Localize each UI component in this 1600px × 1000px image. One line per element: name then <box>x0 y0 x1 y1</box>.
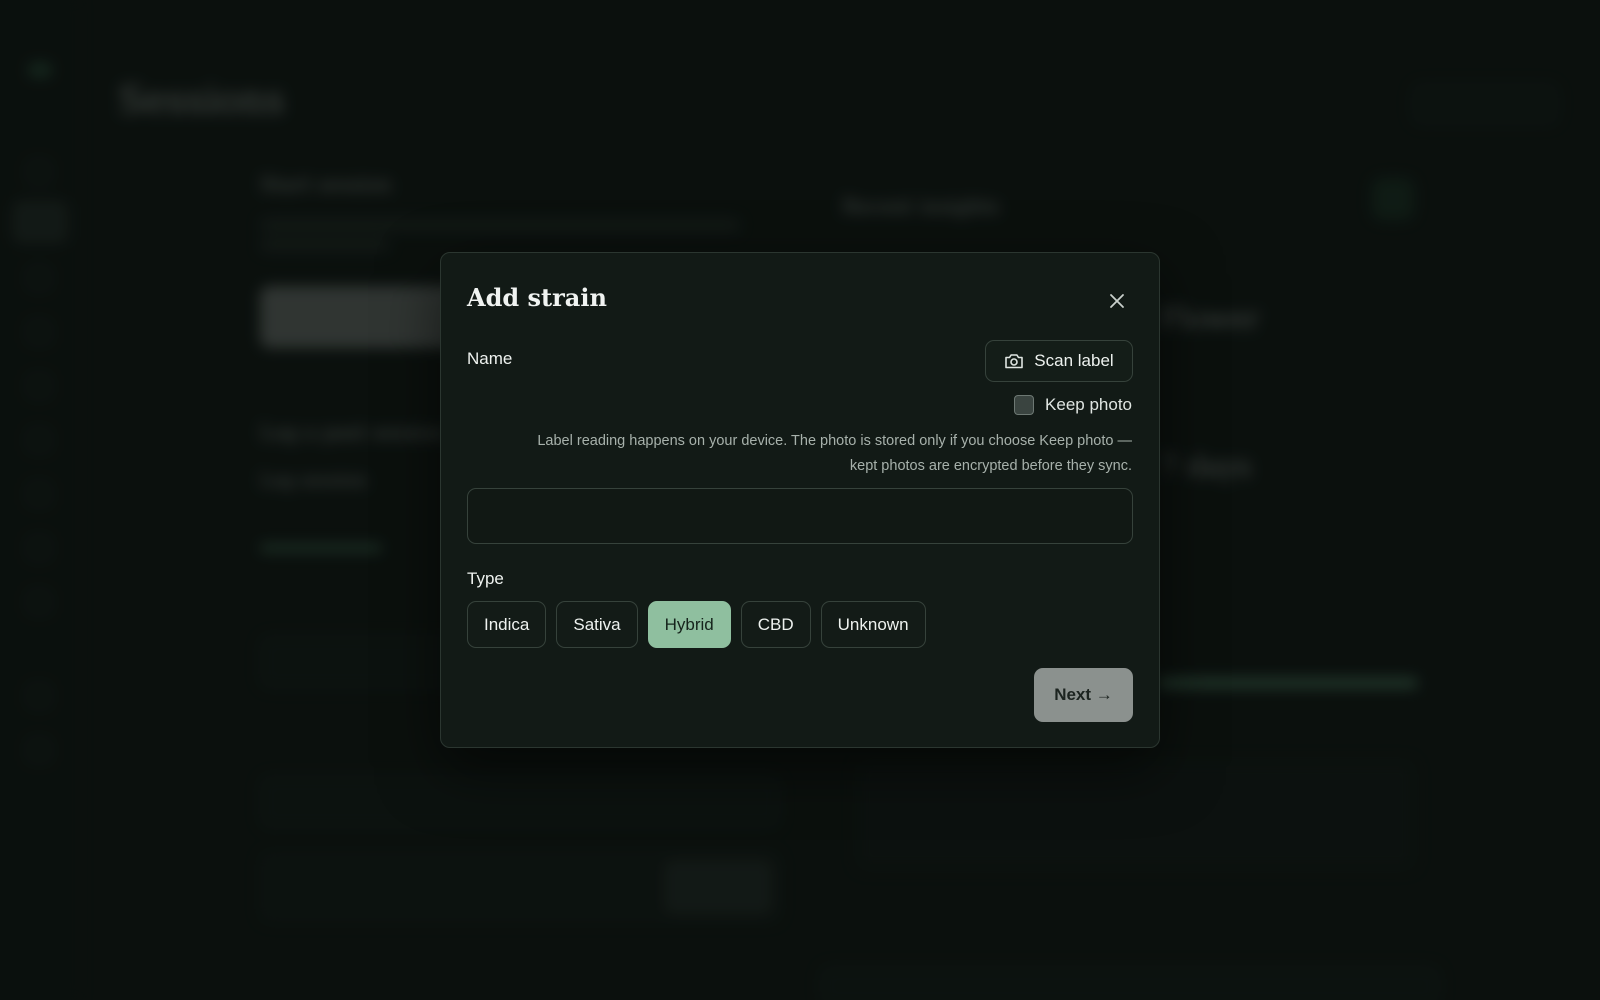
close-button[interactable] <box>1101 285 1133 317</box>
type-option-cbd[interactable]: CBD <box>740 601 811 648</box>
type-options: Indica Sativa Hybrid CBD Unknown <box>467 601 926 648</box>
close-icon <box>1110 294 1124 308</box>
dialog-title: Add strain <box>467 283 607 312</box>
type-option-indica[interactable]: Indica <box>467 601 547 648</box>
type-label: Type <box>467 569 504 588</box>
keep-photo-checkbox[interactable] <box>1014 395 1035 415</box>
scan-label-button[interactable]: Scan label <box>985 340 1133 382</box>
scan-label-text: Scan label <box>1034 351 1114 370</box>
keep-photo-label: Keep photo <box>1045 395 1132 414</box>
name-label: Name <box>467 349 513 368</box>
strain-name-input[interactable] <box>467 488 1133 544</box>
keep-photo-option[interactable]: Keep photo <box>1014 395 1132 415</box>
privacy-note: Label reading happens on your device. Th… <box>537 433 1132 474</box>
type-option-hybrid[interactable]: Hybrid <box>647 601 731 648</box>
type-option-sativa[interactable]: Sativa <box>556 601 638 648</box>
type-option-unknown[interactable]: Unknown <box>820 601 926 648</box>
add-strain-dialog: Add strain Name Scan label Keep photo La… <box>440 252 1160 748</box>
camera-icon <box>1005 354 1024 369</box>
next-button[interactable]: Next → <box>1034 668 1133 722</box>
